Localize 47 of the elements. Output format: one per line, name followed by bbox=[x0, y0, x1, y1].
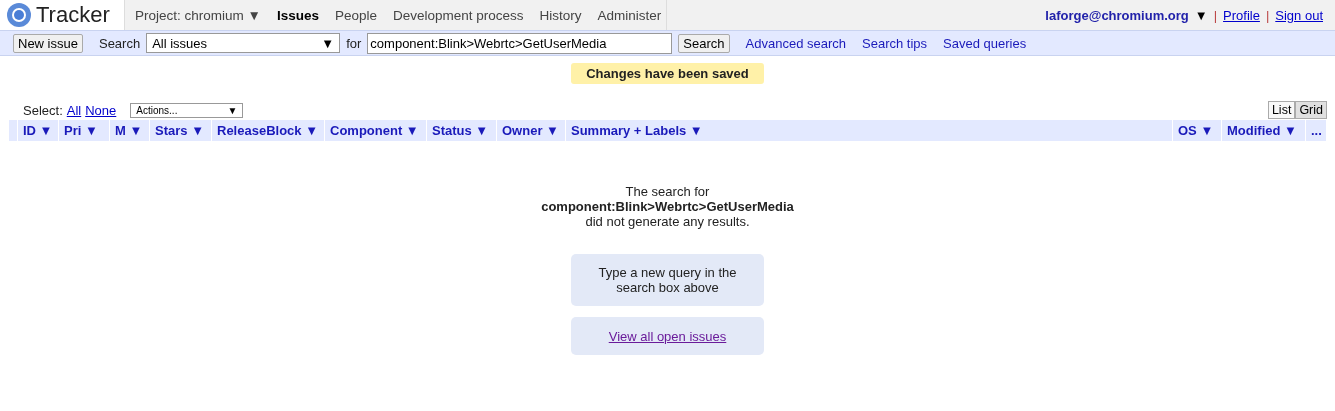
column-header[interactable]: OS ▼ bbox=[1173, 120, 1221, 141]
saved-notice: Changes have been saved bbox=[571, 63, 764, 84]
search-link[interactable]: Saved queries bbox=[943, 35, 1027, 51]
view-open-issues-link[interactable]: View all open issues bbox=[608, 328, 727, 344]
header-link[interactable]: Profile bbox=[1223, 7, 1260, 23]
view-toggle-button[interactable]: List bbox=[1267, 101, 1296, 119]
header-cell bbox=[9, 120, 17, 141]
scope-dropdown[interactable]: All issues ▼ bbox=[146, 33, 341, 53]
select-label: Select: bbox=[23, 102, 63, 118]
column-header[interactable]: ... bbox=[1306, 120, 1326, 141]
search-link[interactable]: Search tips bbox=[862, 35, 928, 51]
column-header[interactable]: ID ▼ bbox=[18, 120, 58, 141]
empty-message: The search for bbox=[625, 184, 710, 199]
column-header[interactable]: M ▼ bbox=[110, 120, 149, 141]
select-link[interactable]: All bbox=[66, 102, 82, 118]
nav-link[interactable]: Issues bbox=[276, 7, 319, 23]
header-link[interactable]: Sign out bbox=[1275, 7, 1323, 23]
nav-link[interactable]: Development process bbox=[392, 7, 524, 23]
actions-dropdown[interactable]: Actions... ▼ bbox=[130, 102, 244, 118]
column-header[interactable]: Stars ▼ bbox=[150, 120, 211, 141]
link-separator: | bbox=[1265, 7, 1270, 23]
empty-message: did not generate any results. bbox=[585, 214, 750, 229]
column-header[interactable]: Modified ▼ bbox=[1222, 120, 1305, 141]
column-header[interactable]: Owner ▼ bbox=[497, 120, 565, 141]
select-link[interactable]: None bbox=[85, 102, 117, 118]
user-menu-caret[interactable]: ▼ bbox=[1194, 7, 1208, 23]
nav-link[interactable]: People bbox=[334, 7, 377, 23]
column-header[interactable]: Status ▼ bbox=[427, 120, 496, 141]
app-logo: Tracker bbox=[36, 2, 110, 28]
search-button[interactable]: Search bbox=[678, 33, 730, 53]
nav-link[interactable]: Project: chromium ▼ bbox=[135, 7, 261, 23]
column-header[interactable]: Component ▼ bbox=[325, 120, 426, 141]
column-header[interactable]: Pri ▼ bbox=[59, 120, 109, 141]
view-toggle-button[interactable]: Grid bbox=[1295, 101, 1327, 119]
search-link[interactable]: Advanced search bbox=[745, 35, 846, 51]
search-label: Search bbox=[98, 35, 141, 51]
query-input[interactable]: component:Blink>Webrtc>GetUserMedia bbox=[367, 32, 673, 54]
for-label: for bbox=[346, 35, 362, 51]
link-separator: | bbox=[1213, 7, 1218, 23]
hint-card: Type a new query in the search box above bbox=[571, 254, 764, 306]
nav-link[interactable]: Administer bbox=[597, 7, 662, 23]
column-header[interactable]: Summary + Labels ▼ bbox=[566, 120, 1172, 141]
nav-link[interactable]: History bbox=[539, 7, 582, 23]
column-header[interactable]: ReleaseBlock ▼ bbox=[212, 120, 324, 141]
empty-query: component:Blink>Webrtc>GetUserMedia bbox=[541, 199, 794, 214]
user-email[interactable]: laforge@chromium.org bbox=[1045, 7, 1189, 23]
new-issue-button[interactable]: New issue bbox=[13, 33, 83, 53]
